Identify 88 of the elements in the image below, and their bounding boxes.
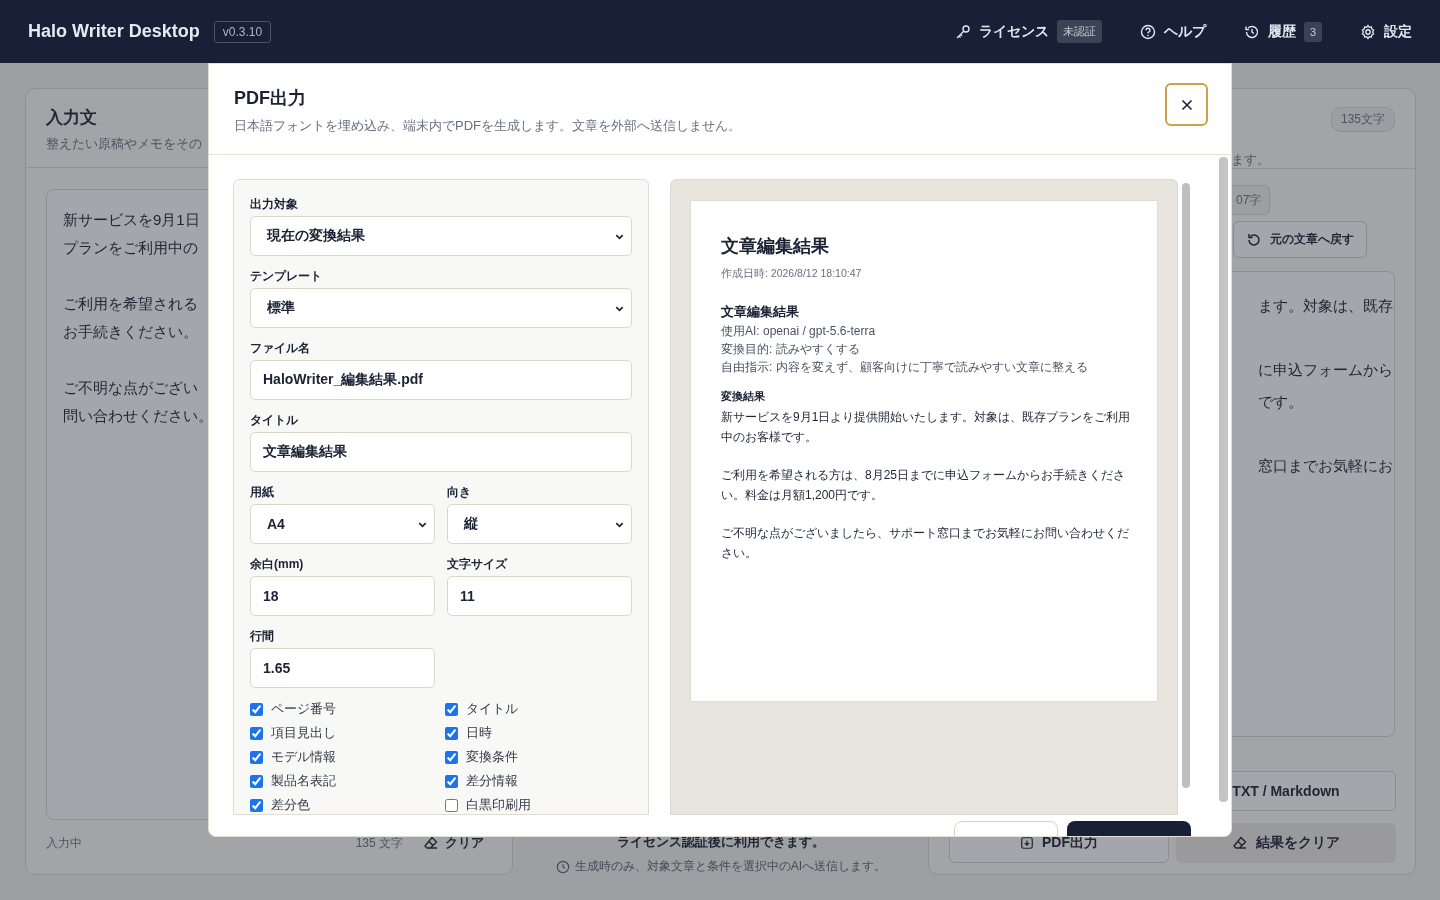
document-date: 作成日時: 2026/8/12 18:10:47 — [721, 267, 863, 282]
clear-button[interactable]: 結果をクリア — [1176, 823, 1396, 863]
clear-button[interactable]: クリア — [423, 834, 484, 852]
field-label: 出力対象 — [250, 196, 299, 213]
field-label: 余白(mm) — [250, 556, 305, 573]
checkbox-label: 変換条件 — [466, 748, 518, 767]
text-line: ます。対象は、既存 — [1258, 296, 1393, 316]
document-title: 文章編集結果 — [721, 235, 830, 258]
history-icon[interactable] — [1243, 23, 1260, 40]
count-badge: 135文字 — [1330, 107, 1395, 132]
checkbox-label: モデル情報 — [271, 748, 336, 767]
dropdown[interactable]: 縦 — [447, 504, 632, 545]
dropdown[interactable]: 現在の変換結果 — [250, 216, 632, 257]
panel-subtitle: ます。 — [1231, 151, 1270, 169]
document-paragraph: ご利用を希望される方は、8月25日までに申込フォームからお手続きください。料金は月額1,200円です。 — [721, 467, 1127, 505]
checkbox[interactable] — [445, 726, 458, 740]
document-heading: 文章編集結果 — [721, 303, 800, 322]
text-line: 窓口までお気軽にお — [1258, 456, 1393, 476]
status-badge: 3 — [1303, 21, 1322, 42]
document-paragraph: ご不明な点がございましたら、サポート窓口までお気軽にお問い合わせください。 — [721, 525, 1130, 563]
checkbox[interactable] — [250, 798, 263, 812]
text-line: ご利用を希望される — [63, 294, 198, 314]
document-meta: 使用AI: openai / gpt-5.6-terra — [721, 324, 877, 340]
nav-button[interactable]: 設定 — [1360, 22, 1412, 41]
version-badge: v0.3.10 — [213, 20, 272, 43]
text-line: です。 — [1258, 392, 1303, 412]
undo-icon[interactable] — [1246, 231, 1262, 248]
download-icon[interactable] — [1020, 836, 1034, 850]
field-label: テンプレート — [250, 268, 323, 285]
field-label: 用紙 — [250, 484, 275, 501]
dropdown[interactable]: 標準 — [250, 288, 632, 329]
field-label: ファイル名 — [250, 340, 311, 357]
field-label: タイトル — [250, 412, 299, 429]
checkbox-label: タイトル — [466, 700, 518, 719]
checkbox[interactable] — [250, 702, 263, 716]
document-meta: 変換目的: 読みやすくする — [721, 342, 861, 358]
text-line: ご不明な点がござい — [63, 378, 198, 398]
status-badge: 未認証 — [1056, 20, 1102, 43]
count-badge: 07字 — [1229, 185, 1271, 215]
input-field[interactable]: 18 — [250, 576, 435, 617]
checkbox-label: ページ番号 — [271, 700, 336, 719]
help-icon[interactable] — [1139, 23, 1156, 40]
clock-icon — [555, 859, 570, 874]
key-icon[interactable] — [954, 23, 971, 40]
field-label: 行間 — [250, 628, 275, 645]
nav-button[interactable]: 履歴 3 — [1243, 21, 1322, 42]
text-line: プランをご利用中の — [63, 238, 198, 258]
close-button[interactable] — [1165, 83, 1208, 126]
app-title: Halo Writer Desktop — [28, 21, 200, 42]
checkbox[interactable] — [250, 726, 263, 740]
text-line: 問い合わせください。 — [63, 406, 213, 426]
text-line: に申込フォームから — [1258, 360, 1393, 380]
checkbox[interactable] — [445, 702, 458, 716]
checkbox-label: 白黒印刷用 — [466, 796, 531, 815]
eraser-icon[interactable] — [423, 835, 439, 851]
input-field[interactable]: 11 — [447, 576, 632, 617]
document-meta: 自由指示: 内容を変えず、顧客向けに丁寧で読みやすい文章に整える — [721, 360, 1089, 376]
char-count: 135 文字 — [355, 834, 403, 852]
checkbox-label: 差分情報 — [466, 772, 518, 791]
nav-button[interactable]: ライセンス 未認証 — [954, 20, 1102, 43]
input-field[interactable]: HaloWriter_編集結果.pdf — [250, 360, 632, 401]
checkbox[interactable] — [445, 798, 458, 812]
checkbox-label: 製品名表記 — [271, 772, 336, 791]
dialog-title: PDF出力 — [234, 87, 307, 110]
checkbox[interactable] — [445, 750, 458, 764]
text-line: お手続きください。 — [63, 322, 198, 342]
field-label: 文字サイズ — [447, 556, 509, 573]
privacy-note: 生成時のみ、対象文章と条件を選択中のAIへ送信します。 — [574, 858, 887, 875]
input-field[interactable]: 文章編集結果 — [250, 432, 632, 473]
input-field[interactable]: 1.65 — [250, 648, 435, 689]
checkbox-label: 日時 — [466, 724, 492, 743]
document-paragraph: 新サービスを9月1日より提供開始いたします。対象は、既存プランをご利用中のお客様です。 — [721, 409, 1132, 447]
checkbox[interactable] — [250, 750, 263, 764]
panel-subtitle: 整えたい原稿やメモをその — [46, 135, 202, 153]
checkbox[interactable] — [445, 774, 458, 788]
nav-button[interactable]: ヘルプ — [1139, 22, 1206, 41]
checkbox[interactable] — [250, 774, 263, 788]
status-text: 入力中 — [46, 834, 82, 852]
section-heading: 変換結果 — [721, 389, 766, 405]
revert-button[interactable]: 元の文章へ戻す — [1233, 221, 1367, 258]
field-label: 向き — [447, 484, 472, 501]
checkbox-label: 差分色 — [271, 796, 310, 815]
text-line: 新サービスを9月1日 — [63, 210, 200, 230]
checkbox-label: 項目見出し — [271, 724, 336, 743]
dropdown[interactable]: A4 — [250, 504, 435, 545]
panel-title: 入力文 — [46, 107, 97, 129]
settings-icon[interactable] — [1360, 23, 1376, 40]
dialog-subtitle: 日本語フォントを埋め込み、端末内でPDFを生成します。文章を外部へ送信しません。 — [234, 117, 741, 135]
